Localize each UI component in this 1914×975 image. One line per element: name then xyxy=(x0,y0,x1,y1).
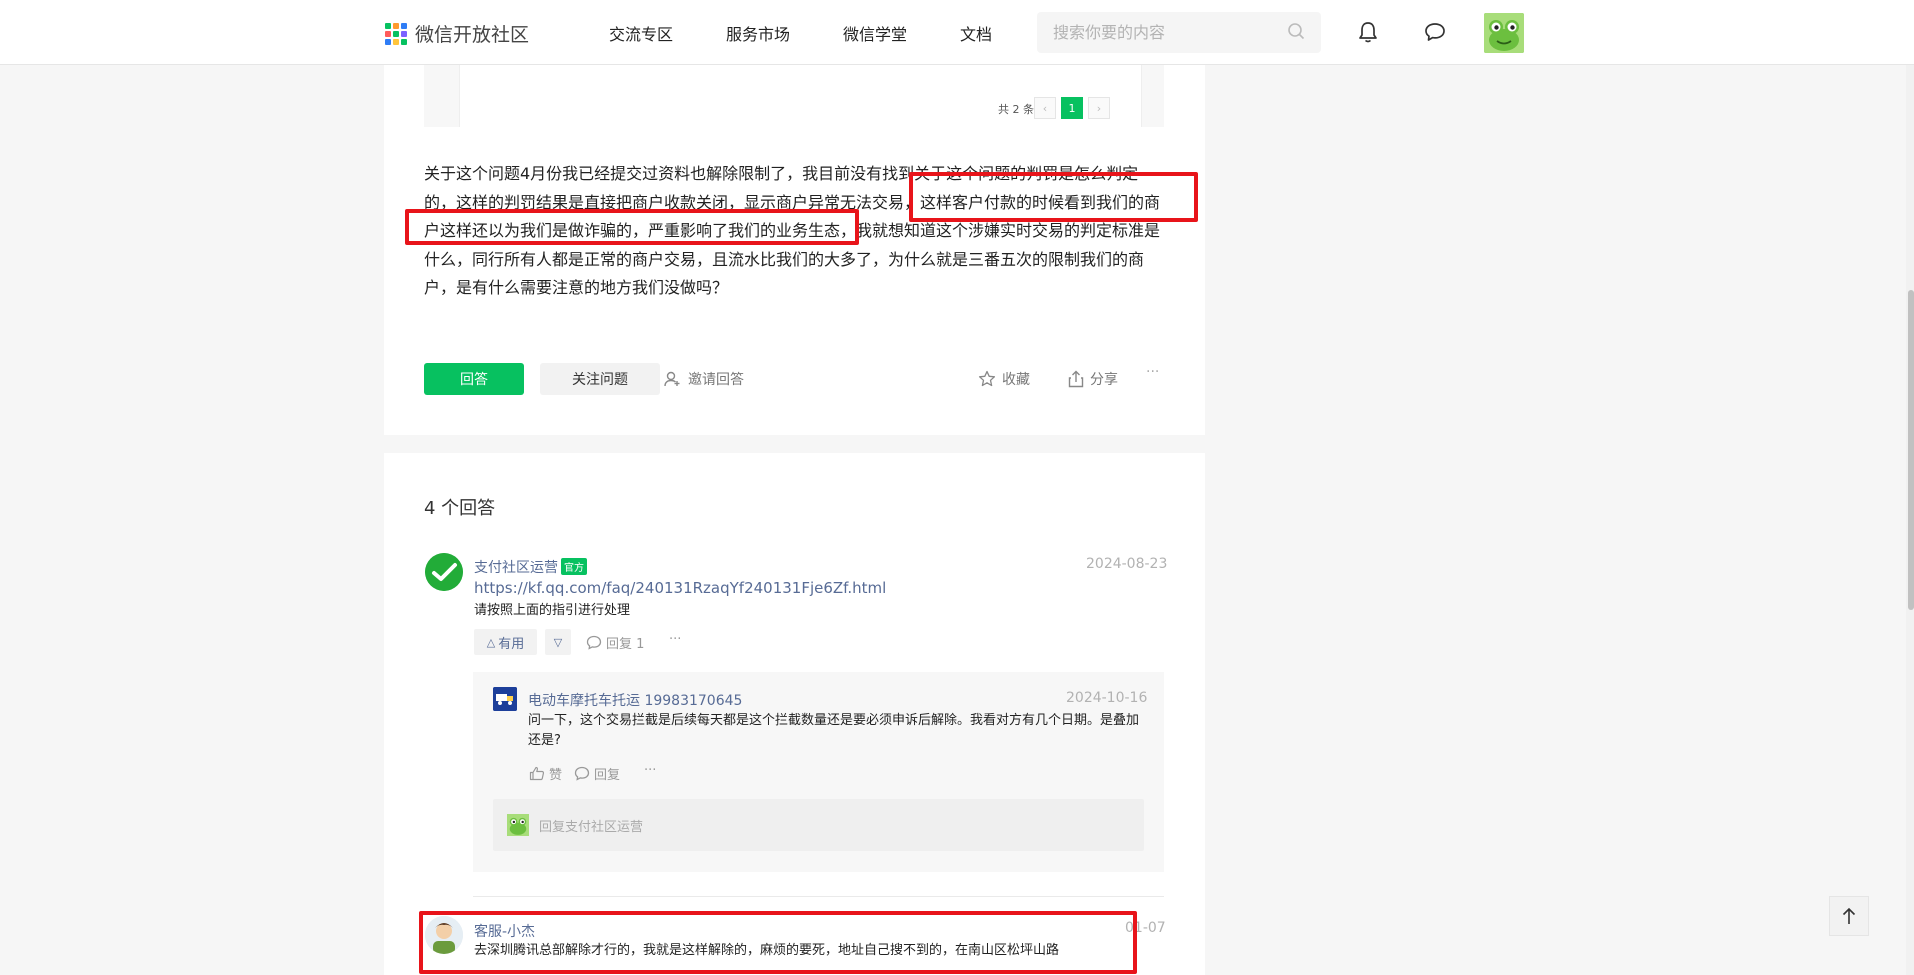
scrollbar-thumb[interactable] xyxy=(1908,290,1914,610)
collect-label: 收藏 xyxy=(1002,372,1030,388)
share-icon xyxy=(1068,370,1084,388)
reply-more-button[interactable]: ··· xyxy=(644,763,656,778)
nav-service-market[interactable]: 服务市场 xyxy=(726,21,790,45)
pagination-total: 共 2 条 xyxy=(998,103,1034,116)
answer-more-button[interactable]: ··· xyxy=(669,632,681,647)
answer-date: 2024-08-23 xyxy=(1086,556,1168,572)
answer-author-name[interactable]: 支付社区运营 官方 xyxy=(474,557,587,577)
reply-author-avatar[interactable] xyxy=(493,687,517,711)
answer-link[interactable]: https://kf.qq.com/faq/240131RzaqYf240131… xyxy=(474,579,886,597)
bell-icon[interactable] xyxy=(1356,20,1380,44)
triangle-up-icon: △ xyxy=(486,635,496,649)
answers-count: 4 个回答 xyxy=(424,498,496,519)
back-to-top-button[interactable] xyxy=(1829,896,1869,936)
comment-pagination-area: 共 2 条 ‹ 1 › xyxy=(424,65,1164,127)
reply-input-box[interactable]: 回复支付社区运营 xyxy=(493,799,1144,851)
answer-text: 请按照上面的指引进行处理 xyxy=(474,603,631,618)
user-avatar[interactable] xyxy=(1484,13,1524,53)
search-box xyxy=(1037,12,1321,53)
pagination-page-1[interactable]: 1 xyxy=(1061,97,1083,119)
pagination-next-button[interactable]: › xyxy=(1088,97,1110,119)
reply-count-label: 回复 1 xyxy=(606,637,645,652)
star-icon xyxy=(978,370,996,387)
triangle-down-icon: ▽ xyxy=(553,635,563,649)
wechat-pay-logo-icon xyxy=(425,553,463,591)
nav-docs[interactable]: 文档 xyxy=(960,21,992,45)
follow-question-button[interactable]: 关注问题 xyxy=(540,363,660,395)
invite-answer-button[interactable]: 邀请回答 xyxy=(664,369,744,389)
like-label: 赞 xyxy=(549,768,563,783)
share-label: 分享 xyxy=(1090,372,1118,388)
reply-date: 2024-10-16 xyxy=(1066,690,1148,706)
frog-avatar-icon xyxy=(507,814,529,836)
reply-author-name[interactable]: 电动车摩托车托运 19983170645 xyxy=(528,690,742,710)
logo-text: 微信开放社区 xyxy=(415,24,530,46)
thumbs-up-icon xyxy=(529,766,545,781)
cartoon-avatar-icon xyxy=(425,916,463,954)
top-header: 微信开放社区 交流专区 服务市场 微信学堂 文档 xyxy=(0,0,1914,65)
answer-author-avatar[interactable] xyxy=(425,553,463,591)
site-logo[interactable]: 微信开放社区 xyxy=(385,20,529,47)
invite-user-icon xyxy=(664,371,680,387)
useful-upvote-button[interactable]: △ 有用 xyxy=(474,629,537,655)
chat-bubble-icon[interactable] xyxy=(1423,20,1447,44)
reply-like-button[interactable]: 赞 xyxy=(529,764,562,783)
arrow-up-icon xyxy=(1842,907,1856,924)
question-body: 关于这个问题4月份我已经提交过资料也解除限制了，我目前没有找到关于这个问题的判罚… xyxy=(424,164,1161,297)
reply-input-placeholder: 回复支付社区运营 xyxy=(539,819,644,835)
share-button[interactable]: 分享 xyxy=(1068,369,1118,389)
question-card: 共 2 条 ‹ 1 › 关于这个问题4月份我已经提交过资料也解除限制了，我目前没… xyxy=(384,65,1205,435)
official-badge: 官方 xyxy=(561,558,587,575)
answer-author-name[interactable]: 客服-小杰 xyxy=(474,921,535,941)
reply-text: 问一下，这个交易拦截是后续每天都是这个拦截数量还是要必须申诉后解除。我看对方有几… xyxy=(528,713,1140,748)
comment-icon xyxy=(586,635,602,650)
pagination-prev-button[interactable]: ‹ xyxy=(1034,97,1056,119)
reply-reply-button[interactable]: 回复 xyxy=(574,764,620,783)
answer-date: 01-07 xyxy=(1125,920,1166,936)
useful-label: 有用 xyxy=(498,636,525,652)
comment-icon xyxy=(574,766,590,781)
nav-exchange-zone[interactable]: 交流专区 xyxy=(609,21,673,45)
downvote-button[interactable]: ▽ xyxy=(545,629,571,655)
search-input[interactable] xyxy=(1053,23,1287,42)
truck-logo-icon xyxy=(493,687,517,711)
answer-text: 去深圳腾讯总部解除才行的，我就是这样解除的，麻烦的要死，地址自己搜不到的，在南山… xyxy=(474,943,1060,958)
invite-answer-label: 邀请回答 xyxy=(688,372,744,388)
more-actions-button[interactable]: ··· xyxy=(1146,364,1159,380)
reply-label: 回复 xyxy=(594,768,621,783)
collect-button[interactable]: 收藏 xyxy=(978,369,1030,389)
answer-button[interactable]: 回答 xyxy=(424,363,524,395)
comment-list-bottom: 共 2 条 ‹ 1 › xyxy=(459,65,1142,127)
logo-grid-icon xyxy=(385,22,407,45)
search-icon[interactable] xyxy=(1287,22,1305,44)
answer-divider xyxy=(473,896,1164,897)
reply-count-button[interactable]: 回复 1 xyxy=(586,633,644,652)
nav-wechat-academy[interactable]: 微信学堂 xyxy=(843,21,907,45)
answer-author-avatar[interactable] xyxy=(425,916,463,954)
